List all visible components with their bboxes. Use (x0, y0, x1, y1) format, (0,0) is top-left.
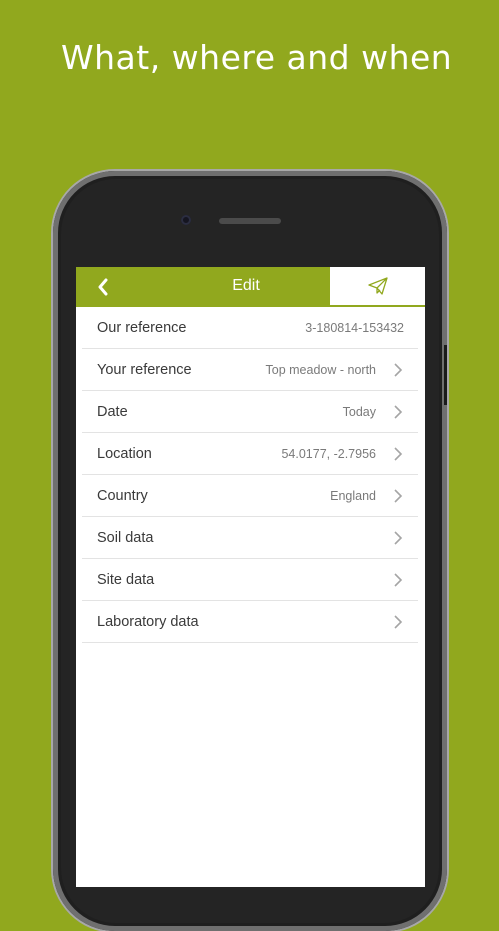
nav-bar: Edit (76, 267, 425, 307)
list-item-value: 54.0177, -2.7956 (281, 446, 376, 461)
chevron-right-icon (394, 489, 403, 503)
chevron-right-icon (394, 573, 403, 587)
chevron-right-icon (394, 363, 403, 377)
list-item-label: Your reference (97, 361, 192, 378)
chevron-right-icon (394, 615, 403, 629)
list-item-label: Our reference (97, 319, 187, 336)
list-item-value: 3-180814-153432 (305, 320, 404, 335)
list-item-label: Site data (97, 571, 155, 588)
detail-list: Our reference 3-180814-153432 Your referen… (82, 307, 418, 643)
list-item-country[interactable]: Country England (82, 475, 418, 517)
list-item-soil-data[interactable]: Soil data (82, 517, 418, 559)
promo-headline: What, where and when (61, 38, 453, 77)
list-item-your-reference[interactable]: Your reference Top meadow - north (82, 349, 418, 391)
chevron-right-icon (394, 447, 403, 461)
send-button[interactable] (330, 267, 425, 307)
front-camera (181, 215, 191, 225)
list-item-laboratory-data[interactable]: Laboratory data (82, 601, 418, 643)
list-item-label: Laboratory data (97, 613, 199, 630)
app-screen: Edit Our reference 3-180814-153432 Your re… (76, 267, 425, 887)
list-item-label: Location (97, 445, 152, 462)
paper-plane-icon (367, 277, 388, 295)
list-item-label: Date (97, 403, 128, 420)
list-item-label: Country (97, 487, 148, 504)
list-item-our-reference: Our reference 3-180814-153432 (82, 307, 418, 349)
list-item-label: Soil data (97, 529, 154, 546)
list-item-site-data[interactable]: Site data (82, 559, 418, 601)
list-item-value: England (330, 488, 376, 503)
phone-side-button (444, 345, 447, 405)
list-item-date[interactable]: Date Today (82, 391, 418, 433)
earpiece-speaker (219, 218, 281, 224)
chevron-right-icon (394, 405, 403, 419)
list-item-value: Today (342, 404, 376, 419)
chevron-right-icon (394, 531, 403, 545)
list-item-value: Top meadow - north (265, 362, 376, 377)
list-item-location[interactable]: Location 54.0177, -2.7956 (82, 433, 418, 475)
